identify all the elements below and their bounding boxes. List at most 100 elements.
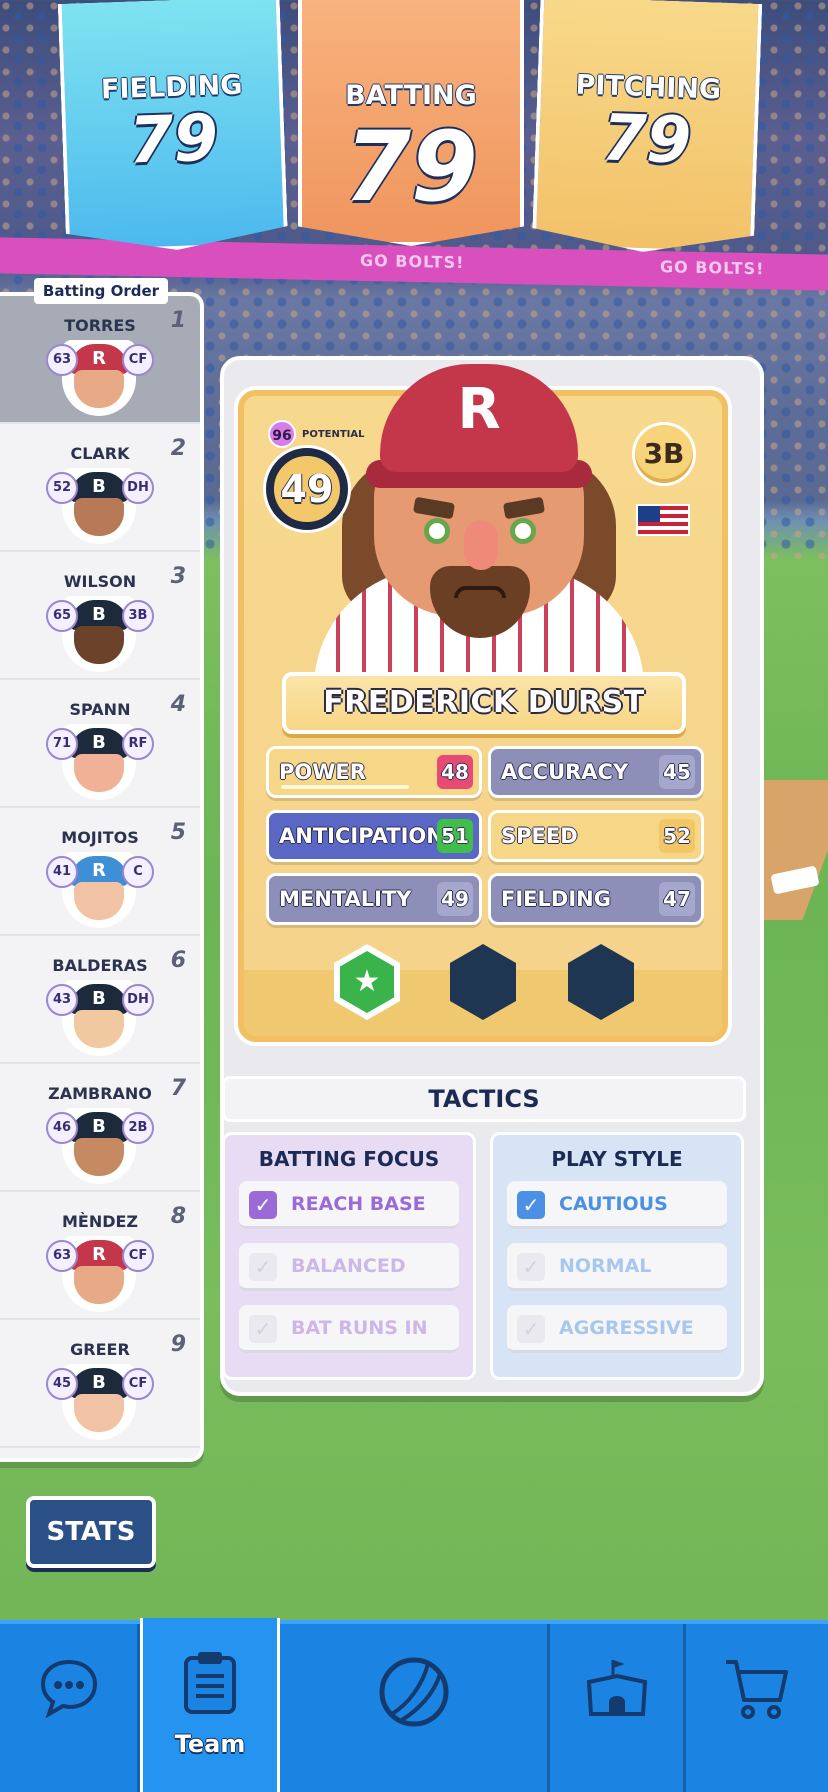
nav-play[interactable] <box>280 1624 550 1792</box>
order-number: 7 <box>170 1076 186 1101</box>
stat-label: SPEED <box>501 824 578 848</box>
option-normal[interactable]: ✓ NORMAL <box>507 1243 727 1291</box>
player-rating-ring: 49 <box>266 448 348 530</box>
batting-order-slot-5[interactable]: MOJITOS 5 R 41 C <box>0 808 200 936</box>
stadium-icon <box>586 1660 647 1716</box>
batting-order-list: TORRES 1 R 63 CF CLARK 2 B 52 DH WILSON … <box>0 292 204 1462</box>
option-label: CAUTIOUS <box>559 1193 668 1215</box>
tactics-title: TACTICS <box>222 1076 746 1122</box>
banner-text: GO BOLTS! <box>360 250 465 273</box>
stat-label: ANTICIPATION <box>279 824 444 848</box>
checkbox-checked-icon[interactable]: ✓ <box>249 1191 277 1219</box>
option-label: AGGRESSIVE <box>559 1317 694 1339</box>
player-rating-badge: 41 <box>46 856 78 888</box>
stat-fielding[interactable]: FIELDING 47 <box>488 873 704 925</box>
batting-order-slot-1[interactable]: TORRES 1 R 63 CF <box>0 296 200 424</box>
option-label: REACH BASE <box>291 1193 426 1215</box>
stat-progress-bar <box>281 785 409 789</box>
player-rating-badge: 63 <box>46 1240 78 1272</box>
batting-order-title: Batting Order <box>34 278 168 304</box>
checkbox-checked-icon[interactable]: ✓ <box>517 1191 545 1219</box>
stat-value: 51 <box>437 819 473 853</box>
option-bat-runs-in[interactable]: ✓ BAT RUNS IN <box>239 1305 459 1353</box>
cart-icon <box>726 1660 788 1719</box>
stat-anticipation[interactable]: ANTICIPATION 51 <box>266 810 482 862</box>
stat-value: 47 <box>659 882 695 916</box>
option-balanced[interactable]: ✓ BALANCED <box>239 1243 459 1291</box>
usa-flag-icon <box>636 504 690 536</box>
batting-order-slot-6[interactable]: BALDERAS 6 B 43 DH <box>0 936 200 1064</box>
batting-order-slot-3[interactable]: WILSON 3 B 65 3B <box>0 552 200 680</box>
option-label: BAT RUNS IN <box>291 1317 428 1339</box>
pitching-rating-card: PITCHING 79 <box>532 0 763 256</box>
stat-label: ACCURACY <box>501 760 629 784</box>
stat-value: 52 <box>659 819 695 853</box>
stat-power[interactable]: POWER 48 <box>266 746 482 798</box>
order-number: 9 <box>170 1332 186 1357</box>
player-position-badge: 2B <box>122 1112 154 1144</box>
checkbox-unchecked-icon[interactable]: ✓ <box>249 1315 277 1343</box>
player-position-badge: 3B <box>632 422 696 486</box>
player-position-badge: C <box>122 856 154 888</box>
order-number: 5 <box>170 820 186 845</box>
stat-mentality[interactable]: MENTALITY 49 <box>266 873 482 925</box>
order-number: 1 <box>170 308 186 333</box>
cap-logo: R <box>380 364 578 472</box>
nav-shop[interactable] <box>686 1624 828 1792</box>
nav-chat[interactable] <box>0 1624 140 1792</box>
stat-label: FIELDING <box>501 887 611 911</box>
nav-team-label: Team <box>174 1730 246 1758</box>
batting-focus-title: BATTING FOCUS <box>258 1147 440 1171</box>
play-style-title: PLAY STYLE <box>551 1147 683 1171</box>
stats-button[interactable]: STATS <box>26 1496 156 1568</box>
order-number: 6 <box>170 948 186 973</box>
player-rating-badge: 45 <box>46 1368 78 1400</box>
nav-team[interactable]: Team <box>140 1618 280 1792</box>
option-aggressive[interactable]: ✓ AGGRESSIVE <box>507 1305 727 1353</box>
batting-order-slot-8[interactable]: MÈNDEZ 8 R 63 CF <box>0 1192 200 1320</box>
player-name-plate: FREDERICK DURST <box>282 672 686 734</box>
potential-label: POTENTIAL <box>302 428 365 440</box>
batting-order-slot-9[interactable]: GREER 9 B 45 CF <box>0 1320 200 1448</box>
potential-value: 96 <box>268 420 296 448</box>
stat-value: 45 <box>659 755 695 789</box>
baseball-icon <box>379 1657 448 1727</box>
star-icon: ★ <box>340 951 394 1013</box>
checkbox-unchecked-icon[interactable]: ✓ <box>517 1315 545 1343</box>
chat-icon <box>40 1659 97 1719</box>
player-rating-value: 49 <box>280 467 334 511</box>
fielding-value: 79 <box>127 101 220 179</box>
option-label: NORMAL <box>559 1255 652 1277</box>
option-reach-base[interactable]: ✓ REACH BASE <box>239 1181 459 1229</box>
checkbox-unchecked-icon[interactable]: ✓ <box>517 1253 545 1281</box>
banner-text: GO BOLTS! <box>660 257 765 279</box>
batting-order-slot-2[interactable]: CLARK 2 B 52 DH <box>0 424 200 552</box>
stat-label: MENTALITY <box>279 887 412 911</box>
stat-accuracy[interactable]: ACCURACY 45 <box>488 746 704 798</box>
checkbox-unchecked-icon[interactable]: ✓ <box>249 1253 277 1281</box>
batting-focus-group: BATTING FOCUS ✓ REACH BASE ✓ BALANCED ✓ … <box>222 1132 476 1380</box>
order-number: 4 <box>170 692 186 717</box>
player-position-badge: CF <box>122 1368 154 1400</box>
player-rating-badge: 43 <box>46 984 78 1016</box>
player-position-badge: DH <box>122 984 154 1016</box>
player-position-badge: CF <box>122 1240 154 1272</box>
batting-order-slot-4[interactable]: SPANN 4 B 71 RF <box>0 680 200 808</box>
order-number: 2 <box>170 436 186 461</box>
clipboard-icon <box>184 1652 236 1714</box>
batting-label: BATTING <box>345 80 477 111</box>
batting-value: 79 <box>344 111 478 223</box>
player-portrait: R <box>314 360 644 688</box>
batting-order-slot-7[interactable]: ZAMBRANO 7 B 46 2B <box>0 1064 200 1192</box>
player-rating-badge: 52 <box>46 472 78 504</box>
order-number: 3 <box>170 564 186 589</box>
play-style-group: PLAY STYLE ✓ CAUTIOUS ✓ NORMAL ✓ AGGRESS… <box>490 1132 744 1380</box>
option-cautious[interactable]: ✓ CAUTIOUS <box>507 1181 727 1229</box>
player-rating-badge: 46 <box>46 1112 78 1144</box>
player-position-badge: 3B <box>122 600 154 632</box>
player-position-badge: DH <box>122 472 154 504</box>
pitching-value: 79 <box>600 101 693 179</box>
nav-stadium[interactable] <box>550 1624 686 1792</box>
stat-speed[interactable]: SPEED 52 <box>488 810 704 862</box>
fielding-rating-card: FIELDING 79 <box>58 0 289 254</box>
